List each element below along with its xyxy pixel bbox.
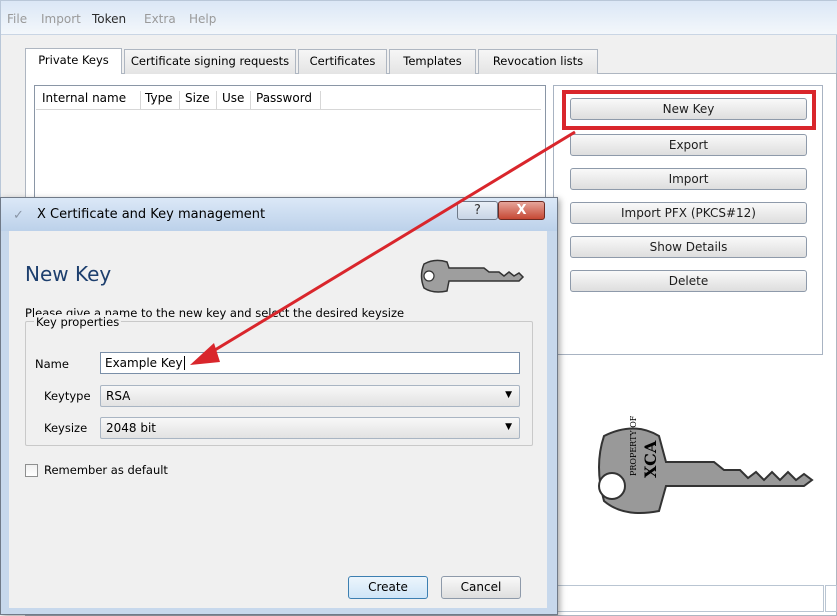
- annotation-arrow: [190, 130, 576, 365]
- tab-private-keys[interactable]: Private Keys: [25, 48, 122, 74]
